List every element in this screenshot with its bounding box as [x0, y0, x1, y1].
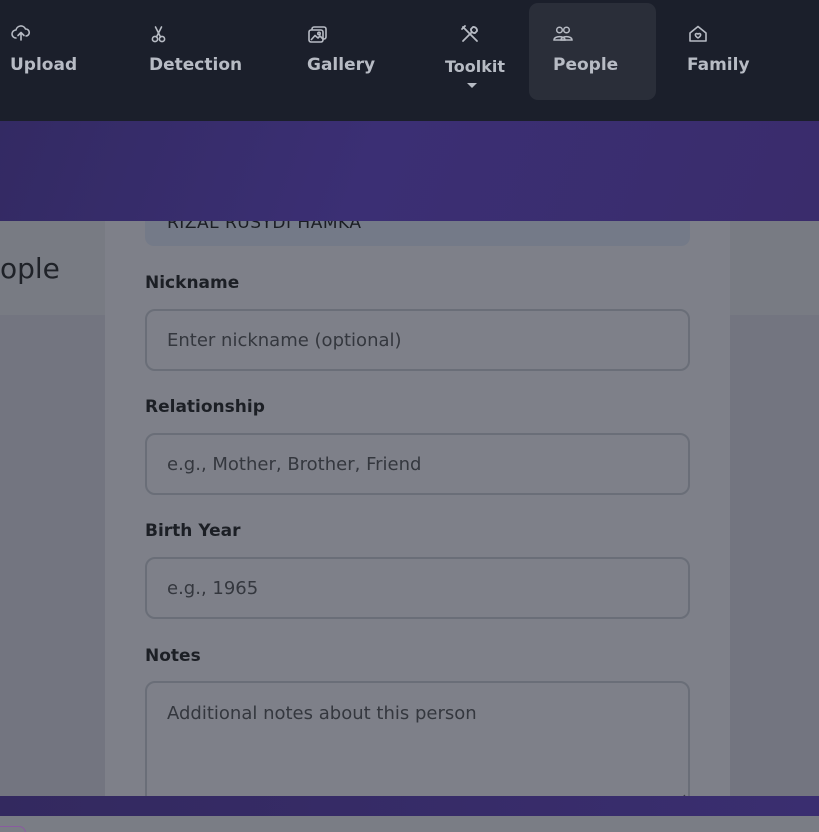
footer-banner	[0, 796, 819, 816]
notes-textarea[interactable]	[145, 681, 690, 796]
gallery-icon	[307, 23, 329, 45]
app-page: Upload Detection Gallery Toolkit People …	[0, 0, 819, 832]
notes-label: Notes	[145, 646, 201, 666]
upload-cloud-icon	[10, 23, 32, 45]
chevron-down-icon	[467, 83, 477, 88]
footer-strip	[0, 816, 819, 832]
name-field-value: RIZAL RUSYDI HAMKA	[167, 221, 362, 233]
relationship-input[interactable]	[145, 433, 690, 495]
birth-year-label: Birth Year	[145, 521, 241, 541]
scissors-icon	[149, 23, 171, 45]
nav-toolkit[interactable]: Toolkit	[445, 3, 505, 100]
relationship-label: Relationship	[145, 397, 265, 417]
name-field[interactable]: RIZAL RUSYDI HAMKA	[145, 221, 690, 246]
home-heart-icon	[687, 23, 709, 45]
nav-people[interactable]: People	[529, 3, 656, 100]
nav-detection-label: Detection	[149, 55, 243, 75]
nav-detection[interactable]: Detection	[149, 3, 249, 100]
footer-pill-button[interactable]	[0, 826, 26, 832]
nickname-input[interactable]	[145, 309, 690, 371]
birth-year-input[interactable]	[145, 557, 690, 619]
top-navigation: Upload Detection Gallery Toolkit People …	[0, 0, 819, 121]
nav-family[interactable]: Family	[687, 3, 767, 100]
header-banner	[0, 121, 819, 221]
nav-gallery[interactable]: Gallery	[307, 3, 387, 100]
page-title: ople	[0, 252, 60, 285]
nav-family-label: Family	[687, 55, 750, 75]
edit-person-modal: RIZAL RUSYDI HAMKA Nickname Relationship…	[105, 221, 730, 796]
tools-icon	[459, 23, 481, 45]
nav-upload[interactable]: Upload	[10, 3, 90, 100]
nickname-label: Nickname	[145, 273, 240, 293]
nav-gallery-label: Gallery	[307, 55, 376, 75]
people-icon	[552, 23, 574, 45]
nav-people-label: People	[553, 55, 619, 75]
nav-upload-label: Upload	[10, 55, 78, 75]
nav-toolkit-label: Toolkit	[445, 57, 506, 76]
resize-handle-icon[interactable]	[676, 788, 686, 796]
